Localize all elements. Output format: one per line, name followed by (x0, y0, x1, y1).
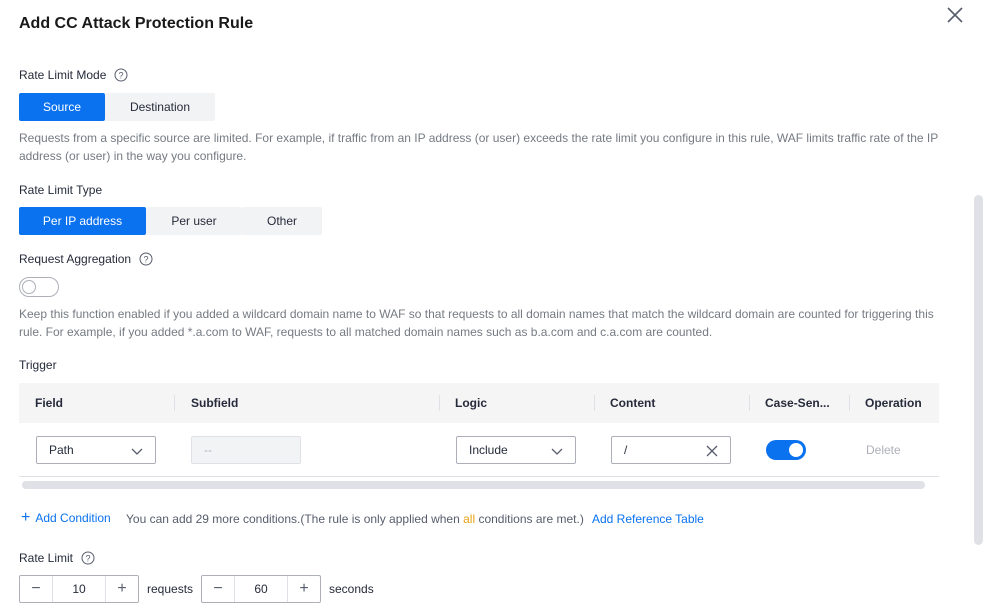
rate-limit-label: Rate Limit ? (19, 551, 95, 565)
dialog-title: Add CC Attack Protection Rule (19, 15, 254, 32)
seconds-value[interactable]: 60 (234, 576, 288, 602)
col-field: Field (35, 396, 64, 410)
trigger-text: Trigger (19, 358, 57, 372)
help-icon[interactable]: ? (139, 252, 153, 266)
field-select-value: Path (49, 443, 74, 457)
subfield-value: -- (204, 443, 212, 457)
table-row: Path -- Include / Delete (19, 423, 939, 477)
minus-icon[interactable]: − (20, 576, 52, 602)
horizontal-scrollbar[interactable] (22, 481, 925, 489)
note-suffix: conditions are met.) (475, 512, 584, 526)
col-operation: Operation (865, 396, 922, 410)
requests-stepper[interactable]: − 10 + (19, 575, 139, 603)
case-sensitive-toggle[interactable] (766, 440, 806, 460)
seconds-unit: seconds (329, 582, 374, 596)
rate-limit-mode-text: Rate Limit Mode (19, 68, 107, 82)
note-prefix: You can add 29 more conditions.(The rule… (126, 512, 464, 526)
delete-button[interactable]: Delete (866, 443, 901, 457)
logic-select-value: Include (469, 443, 508, 457)
minus-icon[interactable]: − (202, 576, 234, 602)
mode-destination-button[interactable]: Destination (105, 93, 215, 121)
col-case-sensitive: Case-Sen... (765, 396, 830, 410)
toggle-knob (789, 443, 803, 457)
col-logic: Logic (455, 396, 487, 410)
rate-limit-type-segment: Per IP address Per user Other (19, 207, 322, 235)
note-highlight: all (463, 512, 476, 526)
plus-icon: + (21, 509, 31, 526)
svg-text:?: ? (119, 71, 124, 81)
chevron-down-icon (551, 445, 563, 457)
requests-value[interactable]: 10 (52, 576, 106, 602)
help-icon[interactable]: ? (81, 551, 95, 565)
clear-icon[interactable] (706, 445, 718, 457)
request-aggregation-text: Request Aggregation (19, 252, 132, 266)
col-subfield: Subfield (191, 396, 239, 410)
type-per-user-button[interactable]: Per user (146, 207, 242, 235)
add-condition-label: Add Condition (35, 511, 111, 525)
add-reference-table-link[interactable]: Add Reference Table (592, 512, 704, 526)
request-aggregation-description: Keep this function enabled if you added … (19, 307, 934, 339)
logic-select[interactable]: Include (456, 436, 576, 464)
trigger-table-header: Field Subfield Logic Content Case-Sen...… (19, 383, 939, 423)
chevron-down-icon (131, 445, 143, 457)
rate-limit-mode-label: Rate Limit Mode ? (19, 68, 128, 82)
seconds-stepper[interactable]: − 60 + (201, 575, 321, 603)
svg-text:?: ? (144, 255, 149, 265)
request-aggregation-label: Request Aggregation ? (19, 252, 153, 266)
condition-note: You can add 29 more conditions.(The rule… (126, 512, 584, 526)
rate-limit-type-label: Rate Limit Type (19, 183, 102, 197)
request-aggregation-toggle[interactable] (19, 277, 59, 297)
content-value: / (624, 443, 628, 457)
add-condition-button[interactable]: + Add Condition (21, 509, 111, 526)
type-other-button[interactable]: Other (242, 207, 322, 235)
col-content: Content (610, 396, 656, 410)
mode-source-button[interactable]: Source (19, 93, 105, 121)
type-per-ip-button[interactable]: Per IP address (19, 207, 146, 235)
close-icon[interactable] (945, 5, 965, 25)
vertical-scrollbar[interactable] (974, 195, 983, 545)
svg-text:?: ? (86, 554, 91, 564)
help-icon[interactable]: ? (114, 68, 128, 82)
subfield-input: -- (191, 436, 301, 464)
rate-limit-type-text: Rate Limit Type (19, 183, 103, 197)
plus-icon[interactable]: + (106, 576, 138, 602)
requests-unit: requests (147, 582, 194, 596)
trigger-label: Trigger (19, 358, 57, 372)
rate-limit-mode-description: Requests from a specific source are limi… (19, 131, 939, 163)
field-select[interactable]: Path (36, 436, 156, 464)
rate-limit-text: Rate Limit (19, 551, 74, 565)
toggle-knob (22, 280, 36, 294)
rate-limit-mode-segment: Source Destination (19, 93, 215, 121)
content-input[interactable]: / (611, 436, 731, 464)
plus-icon[interactable]: + (288, 576, 320, 602)
